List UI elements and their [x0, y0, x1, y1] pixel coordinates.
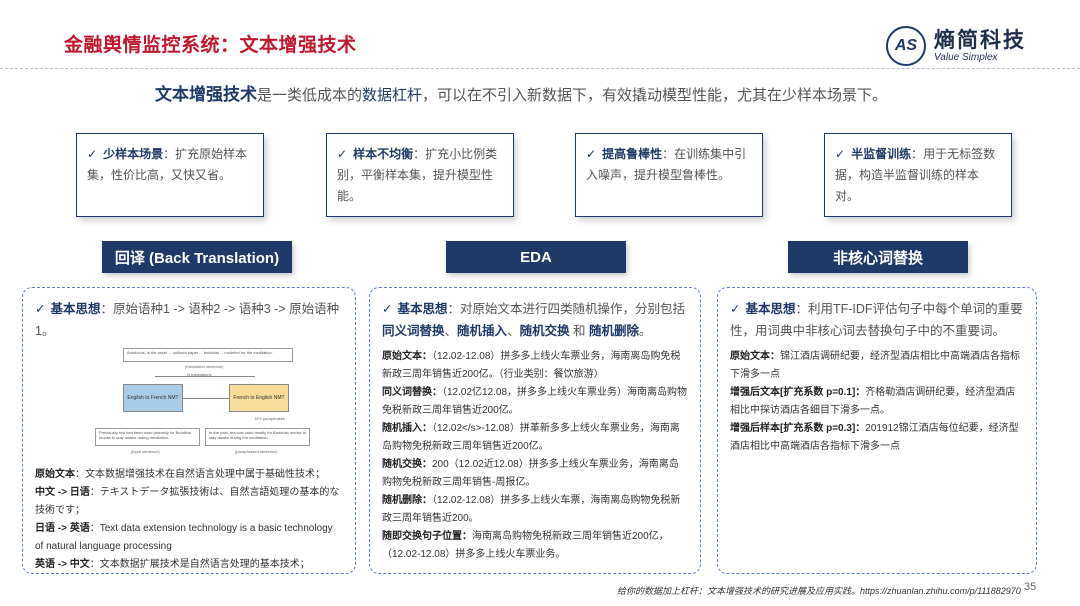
bt-example-ja-en: 日语 -> 英语：Text data extension technology …: [35, 520, 343, 556]
header-divider: [0, 68, 1080, 69]
eda-lead-title: 基本思想: [397, 302, 448, 316]
eda-example-sentence-swap: 随即交换句子位置：海南离岛购物免税新政三周年销售近200亿，（12.02-12.…: [382, 528, 688, 564]
panel-eda: ✓ 基本思想：对原始文本进行四类随机操作，分别包括同义词替换、随机插入、随机交换 …: [369, 287, 701, 574]
tfidf-example-p03: 增强后样本[扩充系数 p=0.3]：201912锦江酒店每位纪要，经济型酒店相比…: [730, 420, 1024, 456]
example-label: 随机交换：: [382, 459, 432, 470]
diagram-node-en-fr: English to French NMT: [123, 384, 183, 412]
example-label: 同义词替换：: [382, 387, 442, 398]
example-label: 英语 -> 中文: [35, 559, 90, 570]
feature-card-semi-supervised: ✓ 半监督训练：用于无标签数据，构造半监督训练的样本对。: [824, 133, 1012, 217]
eda-op-separator: 、: [507, 324, 520, 338]
example-label: 中文 -> 日语: [35, 487, 90, 498]
intro-statement: 文本增强技术是一类低成本的数据杠杆，可以在不引入新数据下，有效撬动模型性能，尤其…: [155, 80, 887, 105]
feature-card-robustness: ✓ 提高鲁棒性：在训练集中引入噪声，提升模型鲁棒性。: [575, 133, 763, 217]
intro-highlight: 数据杠杆: [362, 87, 423, 104]
example-label: 日语 -> 英语: [35, 523, 90, 534]
eda-op-end: 。: [639, 324, 652, 338]
company-logo: AS 熵简科技 Value Simplex: [886, 24, 1066, 68]
eda-op-delete: 随机删除: [589, 324, 640, 338]
example-label: 随机删除：: [382, 495, 432, 506]
eda-op-synonym: 同义词替换: [382, 324, 445, 338]
diagram-output-label: (paraphrased sentence): [235, 449, 278, 454]
intro-text-2: ，可以在不引入新数据下，有效撬动模型性能，尤其在少样本场景下。: [422, 87, 888, 104]
eda-example-original: 原始文本：（12.02-12.08）拼多多上线火车票业务，海南离岛购免税新政三周…: [382, 348, 688, 384]
example-label: 增强后样本[扩充系数 p=0.3]：: [730, 423, 866, 434]
example-label: 随即交换句子位置：: [382, 531, 472, 542]
diagram-output-box: In the past, tea was used mostly for Bud…: [205, 428, 310, 446]
bt-example-zh-ja: 中文 -> 日语：テキストデータ拡張技術は、自然言語処理の基本的な技術です；: [35, 484, 343, 520]
eda-op-swap: 随机交换: [519, 324, 570, 338]
check-icon: ✓: [835, 147, 846, 161]
diagram-node-fr-en: French to English NMT: [229, 384, 289, 412]
example-label: 原始文本：: [730, 351, 780, 362]
diagram-paraphrases-label: N*3 paraphrases: [255, 416, 286, 421]
eda-op-separator: 、: [444, 324, 458, 338]
example-label: 原始文本: [35, 469, 75, 480]
diagram-translation-box: Autofocus, is the asset ... outlined pap…: [123, 348, 293, 362]
feature-card-imbalance: ✓ 样本不均衡：扩充小比例类别，平衡样本集，提升模型性能。: [326, 133, 514, 217]
panel-keyword-replace: ✓ 基本思想：利用TF-IDF评估句子中每个单词的重要性，用词典中非核心词去替换句…: [717, 287, 1037, 574]
tfidf-lead: ✓ 基本思想：利用TF-IDF评估句子中每个单词的重要性，用词典中非核心词去替换句…: [730, 298, 1024, 342]
tfidf-example-p01: 增强后文本[扩充系数 p=0.1]：齐格勒酒店调研纪要，经济型酒店相比中探访酒店…: [730, 384, 1024, 420]
method-header-eda: EDA: [446, 241, 626, 273]
eda-example-insert: 随机插入：（12.02</s>-12.08）拼革新多多上线火车票业务，海南离岛购…: [382, 420, 688, 456]
card-title: 少样本场景: [103, 147, 164, 161]
logo-english-name: Value Simplex: [934, 52, 998, 63]
logo-chinese-name: 熵简科技: [934, 29, 1026, 52]
method-header-keyword-replace: 非核心词替换: [788, 241, 968, 273]
check-icon: ✓: [35, 302, 46, 316]
diagram-translation-label: (translation sentence): [185, 364, 224, 369]
footer-reference: 给你的数据加上杠杆：文本增强技术的研究进展及应用实践。https://zhuan…: [617, 586, 1021, 596]
diagram-connector: [155, 376, 255, 377]
example-label: 原始文本：: [382, 351, 432, 362]
eda-example-synonym: 同义词替换：（12.02亿12.08，拼多多上线火车票业务）海南离岛购物免税新政…: [382, 384, 688, 420]
eda-example-delete: 随机删除：（12.02-12.08）拼多多上线火车票，海南离岛购物免税新政三周年…: [382, 492, 688, 528]
check-icon: ✓: [586, 147, 597, 161]
intro-key-term: 文本增强技术: [155, 85, 257, 104]
example-text: ：文本数据扩展技术是自然语言处理的基本技术；: [89, 559, 310, 570]
example-text: ：文本数据增强技术在自然语言处理中属于基础性技术；: [75, 469, 325, 480]
intro-text-1: 是一类低成本的: [257, 87, 363, 104]
back-translation-diagram: Autofocus, is the asset ... outlined pap…: [95, 348, 315, 460]
bt-lead-title: 基本思想: [50, 302, 101, 316]
eda-op-separator: 和: [569, 324, 590, 338]
tfidf-lead-title: 基本思想: [745, 302, 796, 316]
page-number: 35: [1024, 581, 1037, 593]
check-icon: ✓: [382, 302, 393, 316]
diagram-input-box: Previously, tea had been used primarily …: [95, 428, 200, 446]
check-icon: ✓: [337, 147, 348, 161]
diagram-input-label: (input sentence): [131, 449, 160, 454]
diagram-connector: [183, 398, 229, 399]
example-label: 增强后文本[扩充系数 p=0.1]：: [730, 387, 866, 398]
bt-lead: ✓ 基本思想：原始语种1 -> 语种2 -> 语种3 -> 原始语种1。: [35, 298, 343, 342]
eda-lead-text: ：对原始文本进行四类随机操作，分别包括: [447, 302, 686, 316]
logo-mark-icon: AS: [886, 26, 926, 66]
example-label: 随机插入：: [382, 423, 432, 434]
eda-example-swap: 随机交换：200（12.02近12.08）拼多多上线火车票业务，海南离岛购物免税…: [382, 456, 688, 492]
tfidf-example-original: 原始文本：锦江酒店调研纪要，经济型酒店相比中高端酒店各指标下滑多一点: [730, 348, 1024, 384]
check-icon: ✓: [730, 302, 741, 316]
card-title: 样本不均衡: [353, 147, 414, 161]
method-header-back-translation: 回译 (Back Translation): [102, 241, 292, 273]
card-title: 提高鲁棒性: [602, 147, 663, 161]
panel-back-translation: ✓ 基本思想：原始语种1 -> 语种2 -> 语种3 -> 原始语种1。 Auto…: [22, 287, 356, 574]
eda-lead: ✓ 基本思想：对原始文本进行四类随机操作，分别包括同义词替换、随机插入、随机交换 …: [382, 298, 688, 342]
bt-example-en-zh: 英语 -> 中文：文本数据扩展技术是自然语言处理的基本技术；: [35, 556, 343, 573]
page-title: 金融舆情监控系统：文本增强技术: [64, 35, 357, 56]
eda-op-insert: 随机插入: [457, 324, 508, 338]
feature-card-few-shot: ✓ 少样本场景：扩充原始样本集，性价比高，又快又省。: [76, 133, 264, 217]
card-title: 半监督训练: [851, 147, 912, 161]
bt-example-original: 原始文本：文本数据增强技术在自然语言处理中属于基础性技术；: [35, 466, 343, 484]
check-icon: ✓: [87, 147, 98, 161]
